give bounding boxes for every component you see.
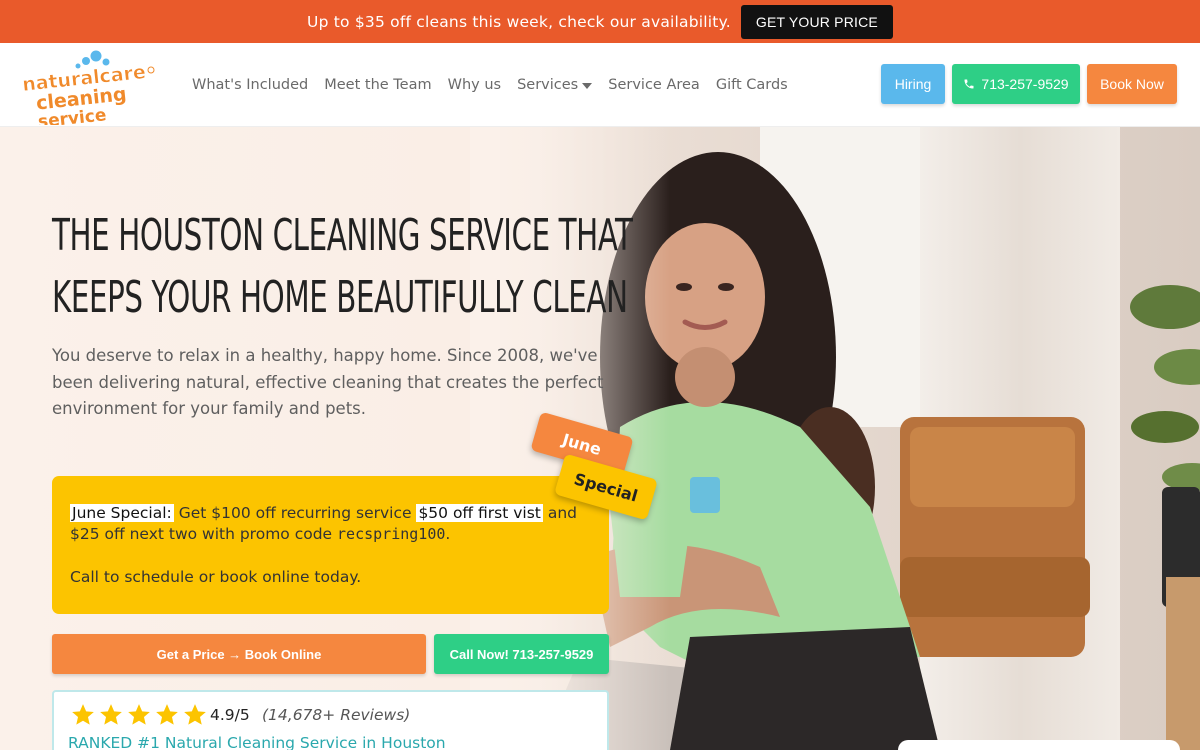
nav-meet-the-team[interactable]: Meet the Team [324,77,431,93]
star-icon [100,704,122,725]
phone-button[interactable]: 713-257-9529 [952,64,1080,104]
star-icon [72,704,94,725]
caret-down-icon [582,82,593,89]
site-header: naturalcare cleaning service What's Incl… [0,43,1200,132]
reviews-box: 4.9/5 (14,678+ Reviews) RANKED #1 Natura… [52,690,609,750]
special-text-3: . [445,525,451,543]
nav-label: Meet the Team [324,77,432,93]
special-text-1: Get $100 off recurring service [173,504,417,522]
special-label: June Special: [70,504,174,522]
nav-services[interactable]: Services [517,77,593,93]
phone-icon [964,79,974,89]
main-nav: What's Included Meet the Team Why us Ser… [192,43,788,127]
nav-label: Why us [447,77,502,93]
hero-headline: The Houston Cleaning Service That Keeps … [52,205,633,329]
rating-value: 4.9/5 [210,706,250,724]
june-special-box: June Special: Get $100 off recurring ser… [52,476,609,614]
book-now-label: Book Now [1100,76,1164,92]
star-icon [184,704,206,725]
hiring-button[interactable]: Hiring [881,64,945,104]
hero-section: The Houston Cleaning Service That Keeps … [0,127,1200,750]
headline-line-1: The Houston Cleaning Service That [52,210,633,261]
nav-service-area[interactable]: Service Area [608,77,700,93]
nav-whats-included[interactable]: What's Included [192,77,308,93]
book-now-button[interactable]: Book Now [1087,64,1177,104]
logo[interactable]: naturalcare cleaning service [20,49,160,132]
rating-stars [70,702,208,728]
hiring-label: Hiring [894,76,932,92]
ranked-text: RANKED #1 Natural Cleaning Service in Ho… [68,734,446,750]
star-icon [156,704,178,725]
promo-code: recspring100 [337,525,446,543]
headline-line-2: Keeps Your Home Beautifully Clean [52,272,628,323]
star-icon [128,704,150,725]
nav-label: Gift Cards [715,77,788,93]
nav-label: Services [517,77,579,93]
promo-text: Up to $35 off cleans this week, check ou… [307,12,731,31]
review-count[interactable]: (14,678+ Reviews) [262,706,410,724]
phone-label: 713-257-9529 [981,76,1069,92]
get-your-price-button[interactable]: GET YOUR PRICE [740,4,893,39]
special-highlight: $50 off first vist [416,504,543,522]
hero-subtext: You deserve to relax in a healthy, happy… [52,346,604,418]
get-price-book-online-button[interactable]: Get a Price → Book Online [52,634,426,674]
call-now-button[interactable]: Call Now! 713-257-9529 [434,634,609,674]
special-call-text: Call to schedule or book online today. [70,568,362,586]
nav-label: What's Included [192,77,309,93]
nav-why-us[interactable]: Why us [448,77,501,93]
logo-graphic: naturalcare cleaning service [21,50,155,132]
chat-widget-corner[interactable] [898,740,1180,750]
nav-gift-cards[interactable]: Gift Cards [716,77,788,93]
nav-label: Service Area [608,77,700,93]
promo-bar: Up to $35 off cleans this week, check ou… [0,0,1200,43]
